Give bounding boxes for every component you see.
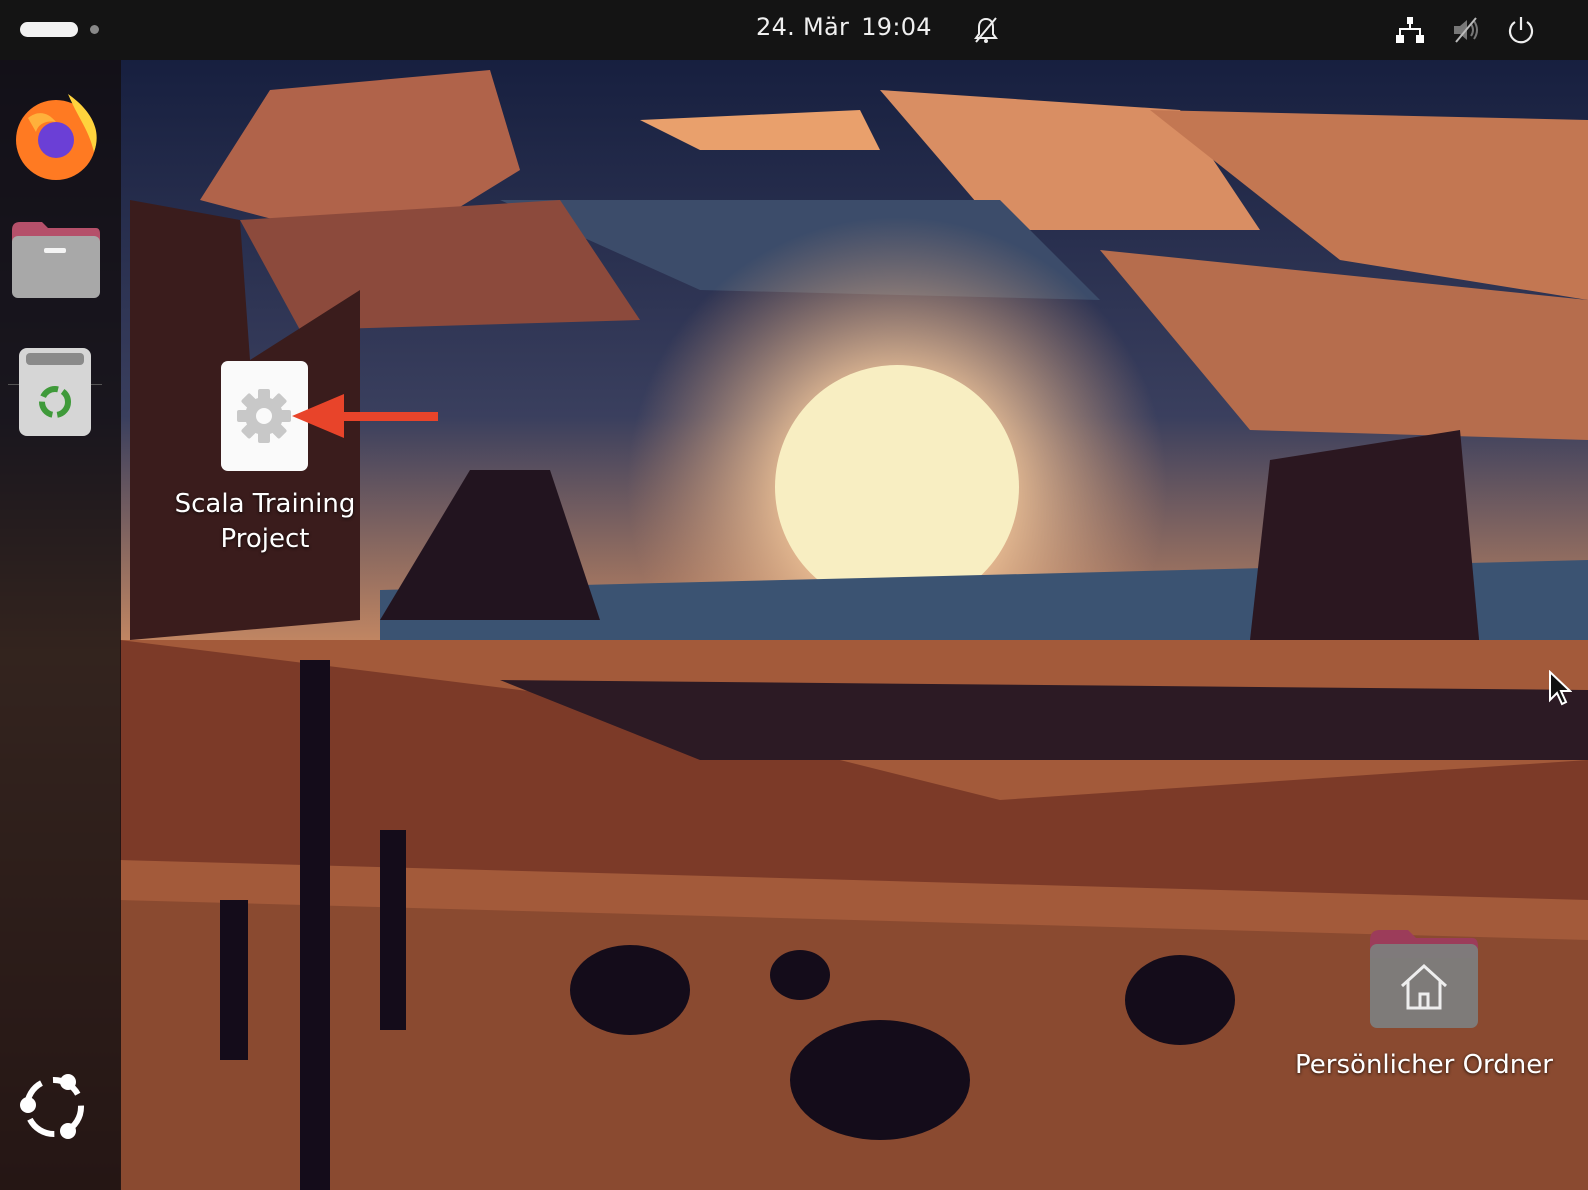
notifications-muted-icon[interactable] bbox=[970, 14, 1002, 46]
label-line-1: Scala Training bbox=[174, 489, 356, 519]
show-apps-button[interactable] bbox=[12, 1065, 108, 1161]
dock-item-trash[interactable] bbox=[8, 346, 104, 442]
mouse-cursor-icon bbox=[1549, 670, 1572, 706]
desktop-icon-home-folder[interactable] bbox=[1368, 928, 1479, 1028]
network-wired-icon[interactable] bbox=[1394, 14, 1426, 46]
home-folder-label[interactable]: Persönlicher Ordner bbox=[1270, 1048, 1578, 1083]
dock-item-firefox[interactable] bbox=[8, 88, 104, 184]
desktop-wallpaper bbox=[0, 0, 1588, 1190]
dock bbox=[0, 60, 121, 1190]
firefox-icon bbox=[16, 94, 97, 180]
date-label: 24. Mär bbox=[756, 13, 850, 41]
workspace-dot[interactable] bbox=[90, 25, 99, 34]
top-bar: 24. Mär 19:04 bbox=[0, 0, 1588, 60]
dock-item-files[interactable] bbox=[8, 218, 104, 314]
activities-indicator[interactable] bbox=[20, 22, 78, 37]
volume-muted-icon[interactable] bbox=[1450, 14, 1482, 46]
files-folder-icon bbox=[12, 222, 100, 298]
ubuntu-logo-icon bbox=[20, 1074, 84, 1139]
label-line-2: Project bbox=[220, 524, 310, 554]
home-folder-icon bbox=[1370, 930, 1478, 1028]
trash-recycle-icon bbox=[19, 348, 91, 436]
red-arrow-annotation bbox=[292, 394, 438, 438]
clock-button[interactable]: 24. Mär 19:04 bbox=[756, 13, 944, 41]
desktop-icon-label[interactable]: Scala Training Project bbox=[160, 487, 370, 557]
power-icon[interactable] bbox=[1505, 14, 1537, 46]
time-label: 19:04 bbox=[861, 13, 932, 41]
